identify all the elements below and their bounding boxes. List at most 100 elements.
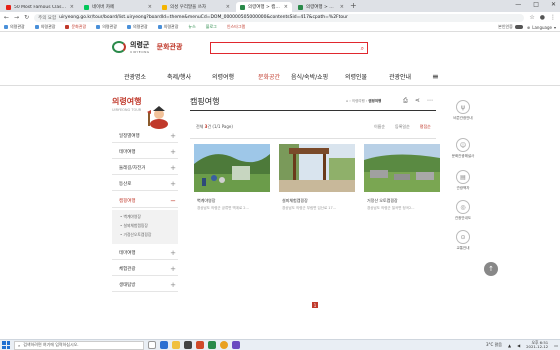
bookmark-item[interactable]: 의령관광 xyxy=(96,24,117,30)
bookmark-item[interactable]: 의령관광 xyxy=(126,24,148,30)
side-nav-item-active[interactable]: 캠핑여행 − xyxy=(112,195,178,208)
quick-menu-item[interactable]: ▤ 관광책자 xyxy=(448,170,478,191)
browser-tab[interactable]: 네이버 카페 × xyxy=(80,2,156,12)
browser-tab[interactable]: 50 Most Famous Classical I × xyxy=(2,2,78,12)
quick-menu-item[interactable]: ⊙ 교통안내 xyxy=(448,230,478,251)
main-navigation: 관광명소 축제/행사 의령여행 문화공간 음식/숙박/쇼핑 의령인물 관광안내 … xyxy=(0,64,560,86)
nav-item[interactable]: 의령여행 xyxy=(212,72,234,81)
new-tab-icon[interactable]: + xyxy=(350,1,357,10)
browser-tab[interactable]: 의성 우리말을 쓰자 × xyxy=(158,2,234,12)
list-item[interactable]: 거정산 오토캠핑장 경상남도 의령군 칠곡면 정곡2... xyxy=(364,144,440,218)
back-icon[interactable]: ← xyxy=(4,14,9,21)
browser-tab-active[interactable]: 의령여행 > 캠핑여행 - 의령군 문 × xyxy=(236,2,292,12)
star-icon[interactable]: ☆ xyxy=(529,14,534,21)
side-nav-item[interactable]: 둘레길/자전거 + xyxy=(112,162,178,175)
bookmark-item[interactable]: 의령관광 xyxy=(157,24,178,30)
app-icon[interactable] xyxy=(232,341,240,349)
bookmark-item[interactable]: 의령관광 xyxy=(4,24,25,30)
profile-icon[interactable]: ● xyxy=(540,14,545,21)
list-item[interactable]: 설뫼체험캠핑장 경상남도 의령군 부림면 입산로 17... xyxy=(279,144,355,218)
store-icon[interactable] xyxy=(184,341,192,349)
nav-item[interactable]: 의령인물 xyxy=(345,72,367,81)
side-nav-item[interactable]: 등산로 + xyxy=(112,178,178,191)
chrome-icon[interactable] xyxy=(220,341,228,349)
quick-menu-item[interactable]: ☺ 문화관광해설사 xyxy=(448,138,478,159)
taskbar-search-input[interactable]: ⌕ 검색하려면 여기에 입력하십시오. xyxy=(14,340,144,350)
browser-tab[interactable]: 의령여행 > 캠핑여행 - 의령군 문 × xyxy=(294,2,348,12)
submenu-item[interactable]: • 설뫼체험캠핑장 xyxy=(120,221,178,230)
minimize-icon[interactable]: — xyxy=(515,1,521,8)
bookmark-favicon-icon xyxy=(162,4,167,10)
site-favicon-icon xyxy=(298,4,303,10)
nav-item[interactable]: 음식/숙박/쇼핑 xyxy=(291,72,328,81)
volume-icon[interactable]: ◀ xyxy=(517,343,520,348)
side-nav-item[interactable]: 체험관광 + xyxy=(112,263,178,276)
list-item[interactable]: 벽계야영장 경상남도 의령군 궁류면 벽계로 2... xyxy=(194,144,270,218)
task-view-icon[interactable] xyxy=(148,341,156,349)
file-explorer-icon[interactable] xyxy=(172,341,180,349)
excel-icon[interactable] xyxy=(208,341,216,349)
notification-icon[interactable]: ▭ xyxy=(554,343,558,348)
more-icon[interactable]: ⋯ xyxy=(427,97,433,105)
page-number-button[interactable]: 1 xyxy=(312,302,318,308)
close-tab-icon[interactable]: × xyxy=(340,4,344,10)
url-field[interactable]: 주의 요함 uiryeong.go.kr/tour/board/list.uir… xyxy=(34,13,525,22)
home-icon[interactable]: ⌂ xyxy=(346,99,348,103)
side-nav-item[interactable]: 일정별여행 + xyxy=(112,130,178,143)
share-icon[interactable]: ⋖ xyxy=(415,97,420,105)
side-nav-item[interactable]: 테마여행 + xyxy=(112,146,178,159)
bookmark-icon xyxy=(4,25,8,29)
chevron-down-icon: ▾ xyxy=(553,24,556,30)
bookmark-icon xyxy=(126,25,131,29)
maximize-icon[interactable]: □ xyxy=(533,1,539,8)
search-input[interactable]: ⌕ xyxy=(210,42,368,54)
language-link[interactable]: ⊕ Language ▾ xyxy=(527,24,556,30)
side-nav-item[interactable]: 생태탐방 + xyxy=(112,279,178,292)
menu-dots-icon[interactable]: ⋮ xyxy=(550,14,556,21)
close-tab-icon[interactable]: × xyxy=(226,4,230,10)
sort-by-name[interactable]: 이름순 xyxy=(374,124,385,130)
result-count: 전체 3건 (1/1 Page) xyxy=(196,124,233,129)
sort-by-rating[interactable]: 평점순 xyxy=(420,124,431,130)
submenu-item[interactable]: • 거정산오토캠핑장 xyxy=(120,230,178,239)
card-address: 경상남도 의령군 부림면 입산로 17... xyxy=(282,206,337,210)
bookmark-item[interactable]: 의령관광 xyxy=(34,24,55,30)
beacon-icon: ψ xyxy=(456,100,470,114)
weather-text[interactable]: 3°C 맑음 xyxy=(486,342,502,348)
bookmark-item[interactable]: 뉴스 xyxy=(188,24,195,30)
clock[interactable]: 오후 6:51 2021-12-12 xyxy=(526,340,548,350)
minus-icon: − xyxy=(170,197,176,205)
forward-icon[interactable]: → xyxy=(14,14,19,21)
scroll-to-top-button[interactable]: ↑ xyxy=(484,262,498,276)
side-nav-item[interactable]: 테마여행 + xyxy=(112,247,178,260)
quick-menu-item[interactable]: ◎ 관광안내도 xyxy=(448,200,478,221)
quick-menu-item[interactable]: ψ 비콘관광안내 xyxy=(448,100,478,121)
site-logo[interactable]: 의령군 UIRYEONG 문화관광 xyxy=(112,40,182,54)
bookmark-item[interactable]: 인스타그램 xyxy=(227,24,245,30)
windows-start-icon[interactable] xyxy=(2,341,10,349)
nav-item[interactable]: 관광안내 xyxy=(389,72,411,81)
network-icon[interactable]: ▲ xyxy=(508,343,511,348)
nav-item-active[interactable]: 문화공간 xyxy=(258,72,280,81)
reload-icon[interactable]: ↻ xyxy=(24,14,29,21)
bookmark-item[interactable]: 문화관광 xyxy=(65,24,86,30)
verify-link[interactable]: 본인인증 xyxy=(498,24,523,30)
close-tab-icon[interactable]: × xyxy=(70,4,74,10)
nav-item[interactable]: 관광명소 xyxy=(124,72,146,81)
url-text: uiryeong.go.kr/tour/board/list.uiryeong?… xyxy=(59,15,348,20)
edge-icon[interactable] xyxy=(160,341,168,349)
nav-item[interactable]: 축제/행사 xyxy=(167,72,191,81)
office-icon[interactable] xyxy=(196,341,204,349)
close-tab-icon[interactable]: × xyxy=(148,4,152,10)
close-window-icon[interactable]: ✕ xyxy=(551,1,556,8)
toggle-switch[interactable] xyxy=(514,25,523,29)
security-warning-label: 주의 요함 xyxy=(38,15,57,21)
close-tab-icon[interactable]: × xyxy=(284,4,288,10)
hamburger-menu-icon[interactable]: ≡ xyxy=(432,72,439,81)
search-icon[interactable]: ⌕ xyxy=(361,45,364,53)
bookmark-item[interactable]: 블로그 xyxy=(206,24,217,30)
submenu-item[interactable]: • 벽계야영장 xyxy=(120,212,178,221)
print-icon[interactable]: ⎙ xyxy=(403,97,408,105)
sort-by-date[interactable]: 등록일순 xyxy=(395,124,410,130)
mascot-general-icon xyxy=(147,106,168,129)
